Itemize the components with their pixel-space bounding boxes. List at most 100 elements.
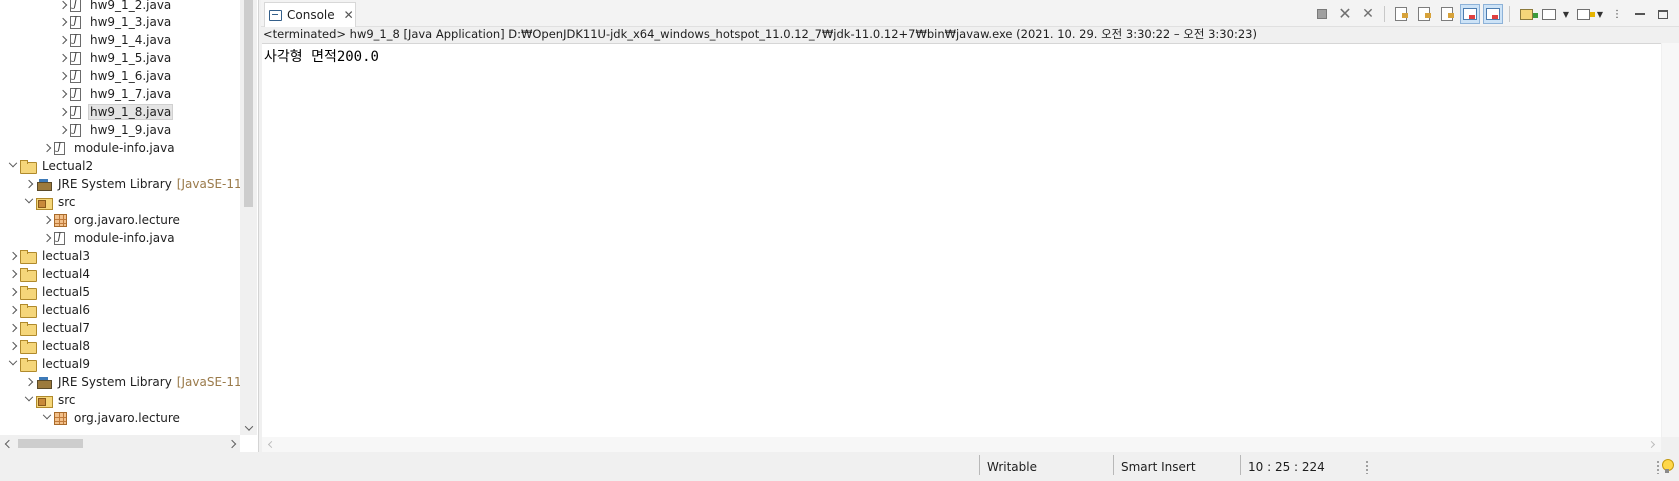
tree-item-label: hw9_1_6.java <box>90 69 172 83</box>
console-output-area[interactable]: 사각형 면적200.0 <box>262 43 1661 437</box>
close-tab-icon[interactable]: ✕ <box>343 8 355 22</box>
maximize-icon[interactable] <box>1653 4 1673 24</box>
clear-console-icon[interactable] <box>1391 4 1411 24</box>
tree-item-label: hw9_1_8.java <box>87 104 174 120</box>
tree-item-label: lectual6 <box>42 303 90 317</box>
expand-chevron-icon[interactable] <box>40 229 54 247</box>
scroll-down-icon[interactable] <box>243 421 254 433</box>
package-icon <box>54 411 67 425</box>
expand-chevron-icon[interactable] <box>22 373 36 391</box>
expand-chevron-icon[interactable] <box>6 247 20 265</box>
expand-chevron-icon[interactable] <box>40 211 54 229</box>
scroll-left-icon[interactable] <box>267 440 276 449</box>
status-drag-handle <box>1657 460 1659 474</box>
scroll-right-icon[interactable] <box>226 438 237 449</box>
scroll-lock-icon[interactable] <box>1414 4 1434 24</box>
java-file-icon <box>70 69 81 83</box>
tree-item[interactable]: hw9_1_3.java <box>0 13 240 31</box>
explorer-vertical-scroll-thumb[interactable] <box>244 0 253 207</box>
word-wrap-icon[interactable] <box>1437 4 1457 24</box>
view-menu-icon[interactable]: ⋮ <box>1607 4 1627 24</box>
status-separator <box>1240 455 1241 475</box>
pin-console-icon[interactable] <box>1516 4 1538 24</box>
open-console-dropdown-icon[interactable]: ▼ <box>1596 4 1604 24</box>
explorer-vertical-scrollbar[interactable] <box>240 0 257 435</box>
expand-chevron-icon[interactable] <box>6 265 20 283</box>
tree-item[interactable]: src <box>0 193 240 211</box>
collapse-chevron-icon[interactable] <box>22 193 36 211</box>
console-icon <box>269 9 282 21</box>
project-folder-icon <box>20 285 37 300</box>
console-vertical-scrollbar[interactable] <box>1662 43 1679 437</box>
tree-item-decoration: [JavaSE-11] <box>176 375 240 389</box>
tree-item[interactable]: lectual7 <box>0 319 240 337</box>
tree-item[interactable]: src <box>0 391 240 409</box>
open-console-icon[interactable] <box>1573 4 1595 24</box>
scroll-right-icon[interactable] <box>1647 440 1656 449</box>
collapse-chevron-icon[interactable] <box>22 391 36 409</box>
tree-item[interactable]: lectual9 <box>0 355 240 373</box>
status-cursor-position[interactable]: 10 : 25 : 224 <box>1248 452 1325 481</box>
tree-item[interactable]: Lectual2 <box>0 157 240 175</box>
explorer-horizontal-scrollbar[interactable] <box>0 435 240 452</box>
expand-chevron-icon[interactable] <box>6 301 20 319</box>
minimize-icon[interactable] <box>1630 4 1650 24</box>
java-file-icon <box>70 0 81 12</box>
expand-chevron-icon[interactable] <box>40 139 54 157</box>
remove-launch-icon[interactable]: ✕ <box>1335 4 1355 24</box>
collapse-chevron-icon[interactable] <box>40 409 54 427</box>
collapse-chevron-icon[interactable] <box>6 355 20 373</box>
tree-item[interactable]: hw9_1_7.java <box>0 85 240 103</box>
expand-chevron-icon[interactable] <box>56 0 70 14</box>
tree-item[interactable]: lectual4 <box>0 265 240 283</box>
remove-all-terminated-icon[interactable]: ✕ <box>1358 4 1378 24</box>
show-on-stdout-icon[interactable] <box>1460 4 1480 24</box>
expand-chevron-icon[interactable] <box>6 283 20 301</box>
expand-chevron-icon[interactable] <box>56 121 70 139</box>
tree-item[interactable]: lectual8 <box>0 337 240 355</box>
project-folder-icon <box>20 339 37 354</box>
expand-chevron-icon[interactable] <box>56 49 70 67</box>
console-toolbar: ✕ ✕ ▼ ▼ ⋮ <box>1312 3 1673 25</box>
expand-chevron-icon[interactable] <box>22 175 36 193</box>
console-output-text[interactable]: 사각형 면적200.0 <box>264 46 379 66</box>
expand-chevron-icon[interactable] <box>56 67 70 85</box>
tree-item-label: src <box>58 195 76 209</box>
scroll-left-icon[interactable] <box>3 438 14 449</box>
expand-chevron-icon[interactable] <box>56 103 70 121</box>
show-on-stderr-icon[interactable] <box>1483 4 1503 24</box>
expand-chevron-icon[interactable] <box>6 319 20 337</box>
explorer-horizontal-scroll-thumb[interactable] <box>18 439 83 448</box>
collapse-chevron-icon[interactable] <box>6 157 20 175</box>
terminate-icon[interactable] <box>1312 4 1332 24</box>
tree-item[interactable]: hw9_1_2.java <box>0 0 240 14</box>
status-insert-mode[interactable]: Smart Insert <box>1121 452 1196 481</box>
expand-chevron-icon[interactable] <box>56 31 70 49</box>
package-explorer: hw9_1_2.java hw9_1_3.java hw9_1_4.java hw9_… <box>0 0 259 452</box>
tree-item[interactable]: lectual6 <box>0 301 240 319</box>
lightbulb-icon[interactable] <box>1661 459 1674 474</box>
expand-chevron-icon[interactable] <box>6 337 20 355</box>
tree-item[interactable]: lectual5 <box>0 283 240 301</box>
console-horizontal-scrollbar[interactable] <box>262 437 1661 452</box>
tree-item[interactable]: hw9_1_5.java <box>0 49 240 67</box>
console-tab-bar: Console ✕ ✕ ✕ ▼ ▼ ⋮ <box>261 0 1679 27</box>
tree-item[interactable]: JRE System Library [JavaSE-11] <box>0 175 240 193</box>
tree-item[interactable]: module-info.java <box>0 229 240 247</box>
tree-item[interactable]: hw9_1_6.java <box>0 67 240 85</box>
display-selected-console-icon[interactable] <box>1539 4 1559 24</box>
expand-chevron-icon[interactable] <box>56 85 70 103</box>
tree-item[interactable]: org.javaro.lecture <box>0 211 240 229</box>
tree-item[interactable]: JRE System Library [JavaSE-11] <box>0 373 240 391</box>
launch-info: <terminated> hw9_1_8 [Java Application] … <box>263 27 1257 41</box>
tree-item[interactable]: hw9_1_9.java <box>0 121 240 139</box>
tree-item[interactable]: module-info.java <box>0 139 240 157</box>
tab-console[interactable]: Console ✕ <box>264 2 356 27</box>
tree-item-label: hw9_1_7.java <box>90 87 172 101</box>
display-selected-console-dropdown-icon[interactable]: ▼ <box>1562 4 1570 24</box>
expand-chevron-icon[interactable] <box>56 13 70 31</box>
tree-item[interactable]: hw9_1_8.java <box>0 103 240 121</box>
tree-item[interactable]: hw9_1_4.java <box>0 31 240 49</box>
tree-item[interactable]: lectual3 <box>0 247 240 265</box>
tree-item[interactable]: org.javaro.lecture <box>0 409 240 427</box>
